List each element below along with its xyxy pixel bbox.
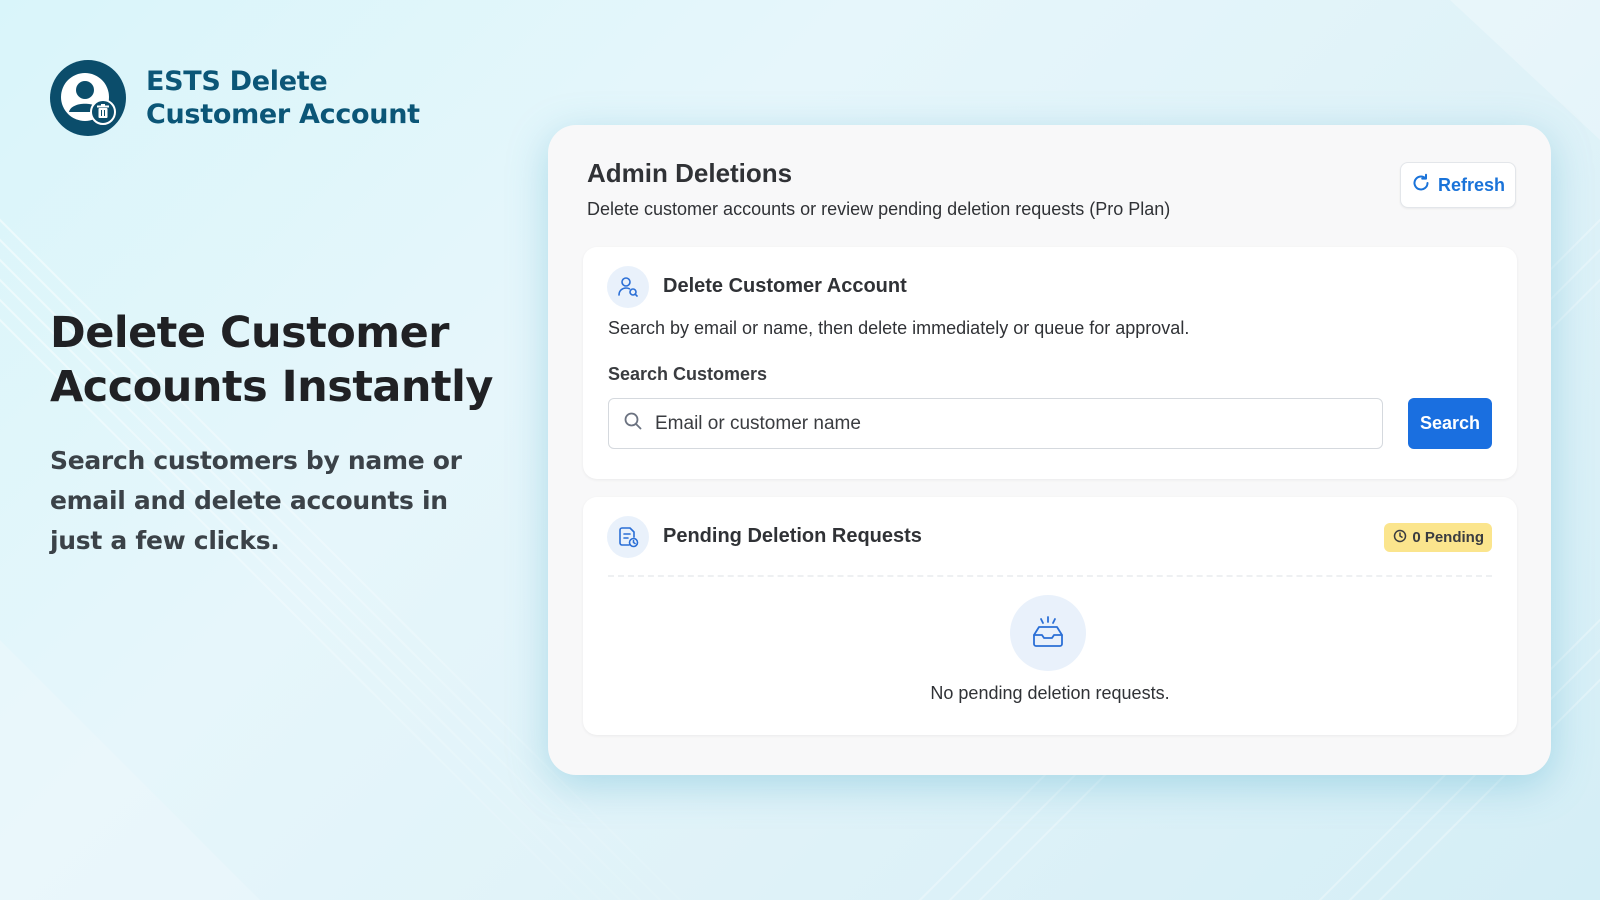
search-field[interactable] <box>608 398 1383 449</box>
app-title-line2: Customer Account <box>146 99 420 130</box>
delete-card-description: Search by email or name, then delete imm… <box>608 318 1190 338</box>
empty-state-message: No pending deletion requests. <box>930 683 1170 703</box>
pending-count-badge: 0 Pending <box>1384 523 1492 552</box>
hero-subtitle-line1: Search customers by name or <box>50 446 462 475</box>
document-clock-icon <box>607 516 649 558</box>
search-customers-label: Search Customers <box>608 364 768 384</box>
app-title: ESTS Delete Customer Account <box>146 65 420 131</box>
clock-icon <box>1393 529 1407 547</box>
card-divider <box>608 575 1492 577</box>
app-title-line1: ESTS Delete <box>146 66 328 97</box>
hero-title: Delete Customer Accounts Instantly <box>50 306 510 414</box>
inbox-icon <box>1010 595 1086 671</box>
pending-requests-card: Pending Deletion Requests 0 Pending No p… <box>583 497 1517 735</box>
delete-card-title: Delete Customer Account <box>663 275 907 297</box>
hero-title-line1: Delete Customer <box>50 308 449 358</box>
refresh-button[interactable]: Refresh <box>1400 162 1516 208</box>
search-input[interactable] <box>655 412 1355 435</box>
pending-card-title: Pending Deletion Requests <box>663 525 922 547</box>
user-search-icon <box>607 266 649 308</box>
hero-title-line2: Accounts Instantly <box>50 362 493 412</box>
delete-customer-card: Delete Customer Account Search by email … <box>583 247 1517 479</box>
refresh-icon <box>1411 173 1431 198</box>
search-icon <box>623 411 643 436</box>
admin-deletions-panel: Admin Deletions Delete customer accounts… <box>548 125 1551 775</box>
hero-subtitle: Search customers by name or email and de… <box>50 441 470 561</box>
pending-count-label: 0 Pending <box>1412 529 1484 546</box>
hero-subtitle-line3: just a few clicks. <box>50 526 280 555</box>
search-button[interactable]: Search <box>1408 398 1492 449</box>
hero-subtitle-line2: email and delete accounts in <box>50 486 448 515</box>
panel-title: Admin Deletions <box>587 158 793 188</box>
brand-header: ESTS Delete Customer Account <box>50 60 420 136</box>
user-trash-icon <box>50 60 126 136</box>
panel-subtitle: Delete customer accounts or review pendi… <box>587 199 1171 219</box>
refresh-label: Refresh <box>1437 174 1506 195</box>
